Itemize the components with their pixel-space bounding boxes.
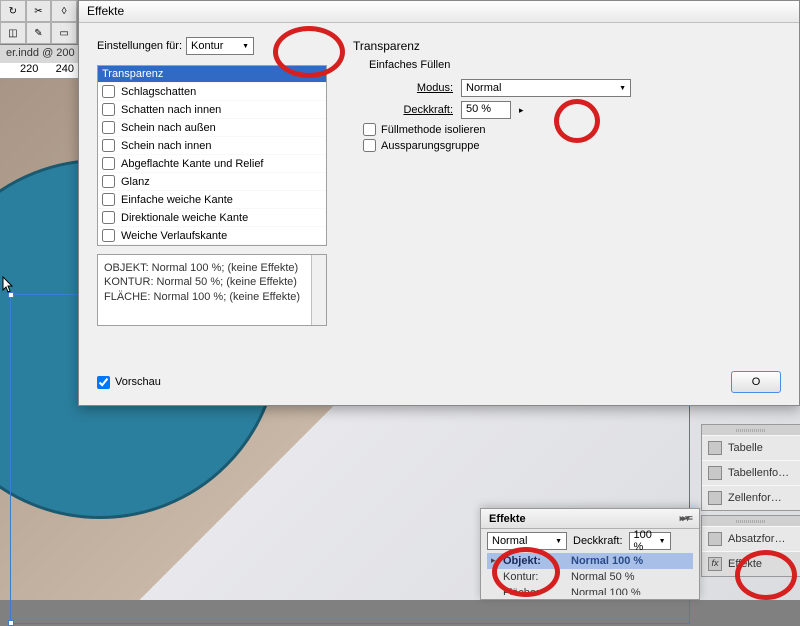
effect-checkbox[interactable] xyxy=(102,193,115,206)
effect-item-directional-feather[interactable]: Direktionale weiche Kante xyxy=(98,209,326,227)
effect-item-transparency[interactable]: Transparenz xyxy=(98,66,326,83)
collapse-icon[interactable]: ▸▸ ▾≡ xyxy=(680,513,691,524)
panel-grip[interactable] xyxy=(702,425,800,435)
effects-summary: OBJEKT: Normal 100 %; (keine Effekte) KO… xyxy=(97,254,327,326)
panel-target-list: Objekt:Normal 100 % Kontur:Normal 50 % F… xyxy=(481,553,699,595)
fx-icon: fx xyxy=(708,557,722,571)
mouse-cursor-icon xyxy=(2,276,14,294)
preview-checkbox[interactable] xyxy=(97,376,110,389)
panel-button-cell-format[interactable]: Zellenfor… xyxy=(702,485,800,510)
panel-button-effects[interactable]: fxEffekte xyxy=(702,551,800,576)
dialog-title: Effekte xyxy=(79,1,799,23)
scrollbar[interactable] xyxy=(311,255,326,325)
effect-checkbox[interactable] xyxy=(102,85,115,98)
panel-button-table-format[interactable]: Tabellenfo… xyxy=(702,460,800,485)
effect-checkbox[interactable] xyxy=(102,139,115,152)
settings-for-dropdown[interactable]: Kontur xyxy=(186,37,254,55)
effect-checkbox[interactable] xyxy=(102,229,115,242)
effect-item-gradient-feather[interactable]: Weiche Verlaufskante xyxy=(98,227,326,245)
mode-label: Modus: xyxy=(393,82,453,94)
isolate-blending-checkbox[interactable] xyxy=(363,123,376,136)
ok-button[interactable]: O xyxy=(731,371,781,393)
effect-item-outer-glow[interactable]: Schein nach außen xyxy=(98,119,326,137)
panel-blend-mode-dropdown[interactable]: Normal xyxy=(487,532,567,550)
right-panel-stack: Tabelle Tabellenfo… Zellenfor… Absatzfor… xyxy=(701,424,800,577)
transparency-heading: Transparenz xyxy=(353,39,781,53)
tool-button[interactable]: ◊ xyxy=(51,0,77,22)
panel-grip[interactable] xyxy=(702,516,800,526)
settings-for-label: Einstellungen für: xyxy=(97,40,182,52)
effects-panel: Effekte ▸▸ ▾≡ Normal Deckkraft: 100 % Ob… xyxy=(480,508,700,600)
panel-button-table[interactable]: Tabelle xyxy=(702,435,800,460)
tool-palette: ↻ ✂ ◊ ◫ ✎ ▭ xyxy=(0,0,78,44)
panel-item-object[interactable]: Objekt:Normal 100 % xyxy=(487,553,693,569)
effect-item-satin[interactable]: Glanz xyxy=(98,173,326,191)
tool-button[interactable]: ↻ xyxy=(0,0,26,22)
effect-checkbox[interactable] xyxy=(102,103,115,116)
effect-item-basic-feather[interactable]: Einfache weiche Kante xyxy=(98,191,326,209)
tool-button[interactable]: ▭ xyxy=(51,22,77,44)
cell-format-icon xyxy=(708,491,722,505)
effect-checkbox[interactable] xyxy=(102,211,115,224)
blend-mode-dropdown[interactable]: Normal xyxy=(461,79,631,97)
effect-item-drop-shadow[interactable]: Schlagschatten xyxy=(98,83,326,101)
effect-item-inner-glow[interactable]: Schein nach innen xyxy=(98,137,326,155)
opacity-input[interactable]: 50 % xyxy=(461,101,511,119)
document-tab[interactable]: er.indd @ 200 xyxy=(0,45,81,63)
effects-panel-title[interactable]: Effekte ▸▸ ▾≡ xyxy=(481,509,699,529)
tool-button[interactable]: ✎ xyxy=(26,22,52,44)
panel-opacity-label: Deckkraft: xyxy=(573,535,623,547)
table-icon xyxy=(708,441,722,455)
effects-dialog: Effekte Einstellungen für: Kontur Transp… xyxy=(78,0,800,406)
panel-button-paragraph-format[interactable]: Absatzfor… xyxy=(702,526,800,551)
tool-button[interactable]: ◫ xyxy=(0,22,26,44)
effects-list: Transparenz Schlagschatten Schatten nach… xyxy=(97,65,327,246)
effect-item-bevel[interactable]: Abgeflachte Kante und Relief xyxy=(98,155,326,173)
panel-opacity-dropdown[interactable]: 100 % xyxy=(629,532,671,550)
panel-item-stroke[interactable]: Kontur:Normal 50 % xyxy=(487,569,693,585)
effect-item-inner-shadow[interactable]: Schatten nach innen xyxy=(98,101,326,119)
opacity-label: Deckkraft: xyxy=(393,104,453,116)
resize-handle[interactable] xyxy=(8,620,14,626)
basic-blend-heading: Einfaches Füllen xyxy=(369,59,781,71)
effect-checkbox[interactable] xyxy=(102,157,115,170)
tool-button[interactable]: ✂ xyxy=(26,0,52,22)
knockout-group-checkbox[interactable] xyxy=(363,139,376,152)
opacity-flyout-icon[interactable]: ▸ xyxy=(519,105,524,116)
panel-item-fill[interactable]: Fläche:Normal 100 % xyxy=(487,585,693,595)
effect-checkbox[interactable] xyxy=(102,175,115,188)
paragraph-icon xyxy=(708,532,722,546)
table-format-icon xyxy=(708,466,722,480)
effect-checkbox[interactable] xyxy=(102,121,115,134)
